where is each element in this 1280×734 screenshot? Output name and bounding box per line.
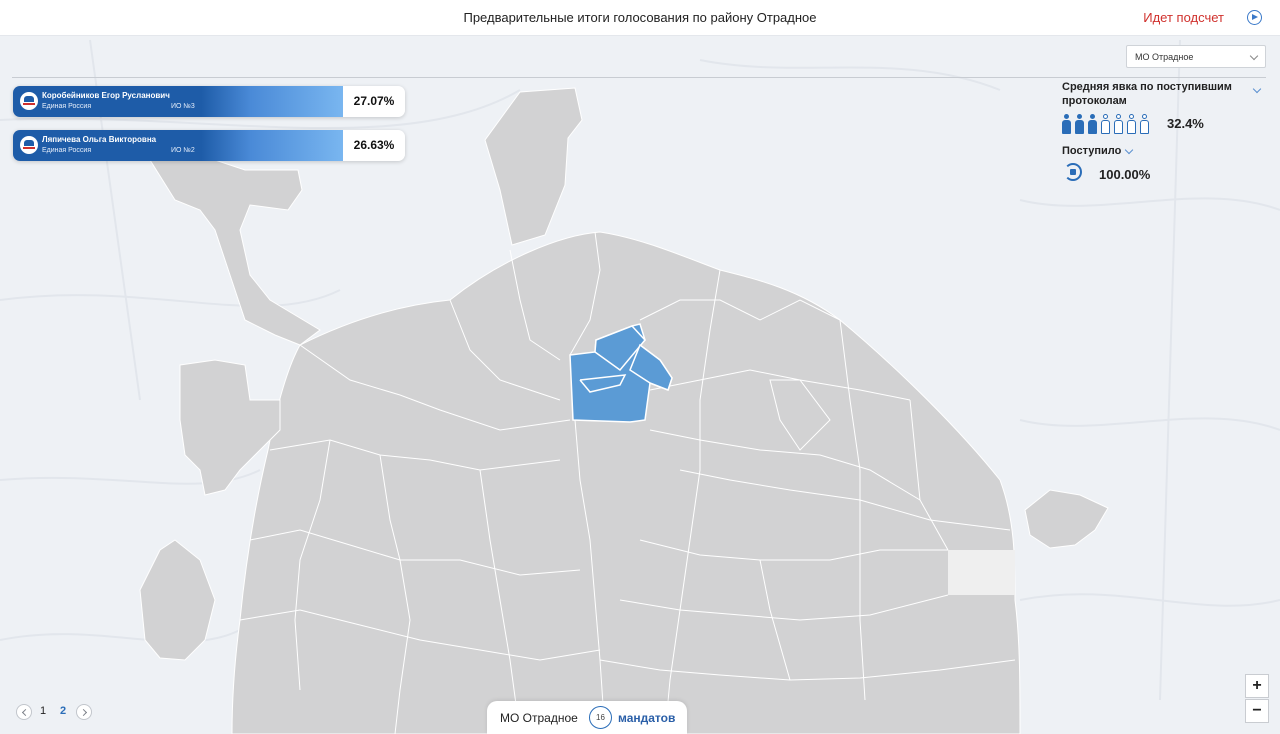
candidate-percent: 27.07% [343,86,405,117]
play-icon[interactable] [1247,10,1262,25]
header-divider [12,77,1266,78]
person-icon [1114,114,1123,134]
east-island [1024,489,1109,549]
southwest-region [139,539,216,661]
northwest-arm [149,154,321,346]
page-title: Предварительные итоги голосования по рай… [463,10,817,25]
zoom-in-button[interactable]: + [1245,674,1269,698]
candidate-card-1[interactable]: Коробейников Егор Русланович Единая Росс… [13,86,405,117]
chevron-down-icon [1249,51,1259,61]
candidate-party: Единая Россия [42,103,92,110]
party-logo-icon [20,92,38,110]
candidate-bar: Коробейников Егор Русланович Единая Росс… [13,86,343,117]
page-2[interactable]: 2 [60,705,66,717]
person-icon [1075,114,1084,134]
candidate-party: Единая Россия [42,147,92,154]
received-value: 100.00% [1099,167,1151,182]
chevron-down-icon[interactable] [1252,84,1262,94]
district-select[interactable]: МО Отрадное [1126,45,1266,68]
person-icon [1062,114,1071,134]
candidate-name: Ляпичева Ольга Викторовна [42,135,157,144]
person-icon [1127,114,1136,134]
district-select-value: МО Отрадное [1135,52,1194,62]
mandates-count: 16 [589,706,612,729]
blank-region [948,550,1015,595]
main-region [231,231,1021,734]
turnout-label: Средняя явка по поступившим протоколам [1062,81,1232,107]
candidate-district: ИО №3 [171,103,195,110]
page-1[interactable]: 1 [40,705,46,717]
person-icon [1101,114,1110,134]
turnout-panel: Средняя явка по поступившим протоколам 3… [1062,80,1266,182]
person-icon [1088,114,1097,134]
zoom-out-button[interactable]: − [1245,699,1269,723]
zoom-controls: + − [1245,674,1269,723]
person-icon [1140,114,1149,134]
north-arm [484,87,583,246]
candidate-bar: Ляпичева Ольга Викторовна Единая Россия … [13,130,343,161]
mandates-summary: МО Отрадное 16 мандатов [487,701,687,734]
mandates-district: МО Отрадное [500,711,578,725]
mandates-unit: мандатов [618,711,676,725]
candidate-card-2[interactable]: Ляпичева Ольга Викторовна Единая Россия … [13,130,405,161]
party-logo-icon [20,136,38,154]
candidate-district: ИО №2 [171,147,195,154]
sync-icon [1064,163,1082,181]
candidate-name: Коробейников Егор Русланович [42,91,170,100]
next-page-button[interactable] [76,704,92,720]
turnout-value: 32.4% [1167,116,1204,131]
received-label: Поступило [1062,145,1122,157]
counting-status: Идет подсчет [1143,10,1224,25]
top-bar: Предварительные итоги голосования по рай… [0,0,1280,36]
prev-page-button[interactable] [16,704,32,720]
candidate-percent: 26.63% [343,130,405,161]
